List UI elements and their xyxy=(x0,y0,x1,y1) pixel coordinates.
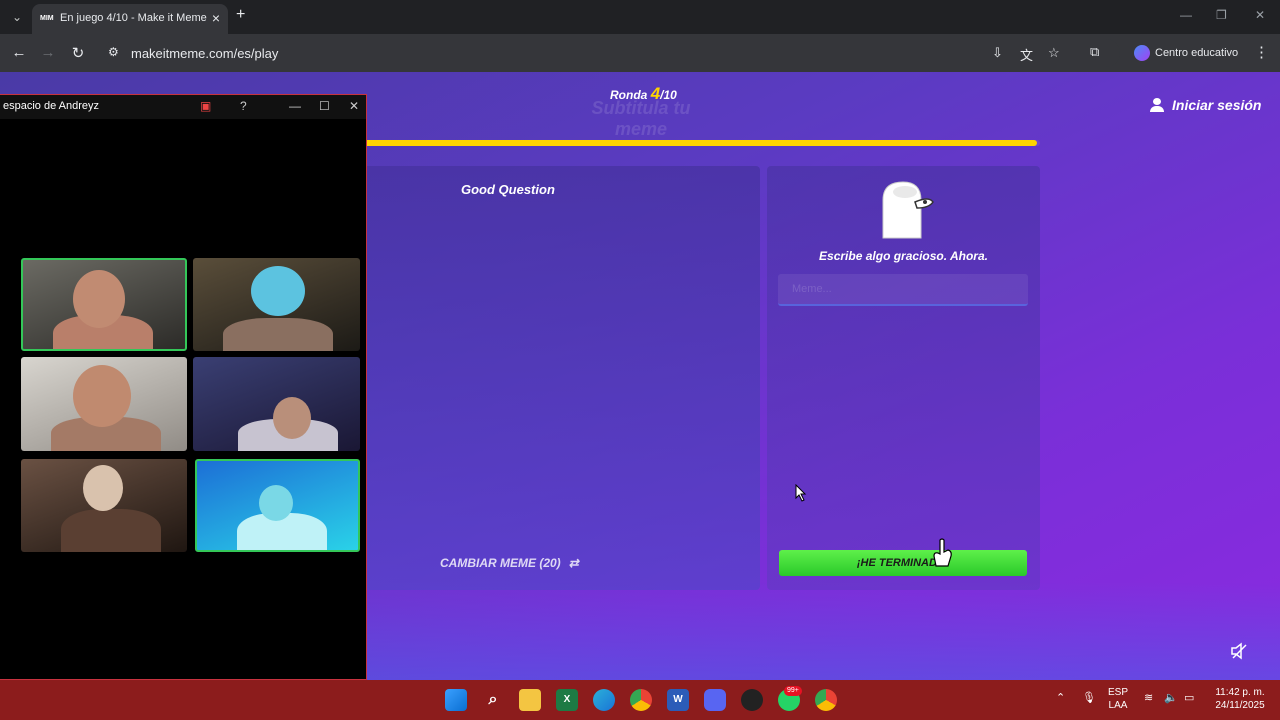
profile-label: Centro educativo xyxy=(1155,47,1239,59)
extensions-icon[interactable]: ⧉ xyxy=(1090,44,1099,60)
minimize-icon[interactable]: — xyxy=(1180,8,1192,22)
participant-face xyxy=(273,397,311,439)
caption-input[interactable] xyxy=(778,274,1028,306)
participant-body xyxy=(61,509,161,552)
chrome-profile-icon[interactable] xyxy=(815,689,837,711)
call-maximize-icon[interactable]: ☐ xyxy=(319,99,330,113)
participant-video[interactable] xyxy=(193,357,360,451)
layout-code: LAA xyxy=(1108,700,1128,711)
address-bar[interactable]: ⚙ makeitmeme.com/es/play ⇩ 文 ☆ xyxy=(104,39,1120,67)
volume-icon[interactable]: 🔈 xyxy=(1164,692,1178,705)
tab-search-icon[interactable]: ⌄ xyxy=(8,8,26,26)
done-button[interactable]: ¡HE TERMINADO! xyxy=(779,550,1027,576)
profile-avatar xyxy=(1134,45,1150,61)
install-icon[interactable]: ⇩ xyxy=(992,45,1003,61)
video-call-window: espacio de Andreyz ▣ ? — ☐ ✕ xyxy=(0,94,367,680)
swap-icon: ⇄ xyxy=(568,556,579,570)
mouse-pointer-icon xyxy=(795,484,807,502)
sound-toggle-icon[interactable] xyxy=(1230,642,1248,660)
user-icon xyxy=(1150,98,1164,112)
close-tab-icon[interactable]: × xyxy=(212,10,220,26)
help-icon[interactable]: ? xyxy=(240,99,247,113)
participant-video[interactable] xyxy=(195,459,360,552)
app-icon[interactable] xyxy=(741,689,763,711)
participant-face xyxy=(251,266,305,316)
login-label: Iniciar sesión xyxy=(1172,97,1262,113)
edge-icon[interactable] xyxy=(593,689,615,711)
clock[interactable]: 11:42 p. m. 24/11/2025 xyxy=(1208,686,1272,712)
wifi-icon[interactable]: ≋ xyxy=(1144,692,1153,705)
reload-icon[interactable]: ↻ xyxy=(69,44,87,62)
word-icon[interactable]: W xyxy=(667,689,689,711)
participant-video[interactable] xyxy=(21,258,187,351)
browser-tab-bar: ⌄ MIM En juego 4/10 - Make it Meme × + —… xyxy=(0,0,1280,34)
call-close-icon[interactable]: ✕ xyxy=(349,99,359,113)
windows-taskbar: ⌕ X W 99+ ⌃ 🎙 ESP LAA ≋ 🔈 ▭ 11:42 p. m. … xyxy=(0,680,1280,720)
screen: ⌄ MIM En juego 4/10 - Make it Meme × + —… xyxy=(0,0,1280,720)
close-window-icon[interactable]: ✕ xyxy=(1255,8,1265,22)
screen-share-icon[interactable]: ▣ xyxy=(200,99,211,113)
maximize-icon[interactable]: ❐ xyxy=(1216,8,1227,22)
active-tab[interactable]: MIM En juego 4/10 - Make it Meme × xyxy=(32,4,228,34)
menu-icon[interactable]: ⋮ xyxy=(1254,43,1269,61)
clock-time: 11:42 p. m. xyxy=(1215,687,1265,698)
language-code: ESP xyxy=(1108,687,1129,698)
profile-button[interactable]: Centro educativo xyxy=(1134,42,1238,64)
battery-icon[interactable]: ▭ xyxy=(1184,692,1194,705)
new-tab-icon[interactable]: + xyxy=(236,6,245,24)
excel-icon[interactable]: X xyxy=(556,689,578,711)
back-icon[interactable]: ← xyxy=(10,44,28,61)
participant-face xyxy=(259,485,293,521)
participant-face xyxy=(73,270,125,328)
bookmark-star-icon[interactable]: ☆ xyxy=(1048,45,1060,61)
clock-date: 24/11/2025 xyxy=(1215,700,1265,711)
participant-video[interactable] xyxy=(193,258,360,351)
mascot-icon xyxy=(882,181,934,239)
participant-body xyxy=(223,318,333,351)
page-subtitle: Subtitula tu meme xyxy=(591,98,691,139)
participant-video[interactable] xyxy=(21,459,187,552)
chrome-icon[interactable] xyxy=(630,689,652,711)
participant-face xyxy=(73,365,131,427)
microphone-icon[interactable]: 🎙 xyxy=(1082,692,1096,705)
login-button[interactable]: Iniciar sesión xyxy=(1150,97,1261,113)
hand-cursor-icon xyxy=(933,538,952,567)
notification-badge: 99+ xyxy=(784,686,802,696)
call-title-bar: espacio de Andreyz ▣ ? — ☐ ✕ xyxy=(0,95,366,119)
participant-video[interactable] xyxy=(21,357,187,451)
change-meme-label: CAMBIAR MEME (20) xyxy=(440,556,561,570)
file-explorer-icon[interactable] xyxy=(519,689,541,711)
favicon: MIM xyxy=(40,15,54,22)
meme-title: Good Question xyxy=(461,182,555,197)
participant-face xyxy=(83,465,123,511)
tab-title: En juego 4/10 - Make it Meme xyxy=(60,12,207,24)
caption-prompt: Escribe algo gracioso. Ahora. xyxy=(819,249,988,263)
browser-toolbar: ← → ↻ ⚙ makeitmeme.com/es/play ⇩ 文 ☆ ⧉ C… xyxy=(0,34,1280,72)
search-icon[interactable]: ⌕ xyxy=(482,689,504,711)
site-info-icon[interactable]: ⚙ xyxy=(108,45,119,59)
language-indicator[interactable]: ESP LAA xyxy=(1108,686,1128,712)
forward-icon[interactable]: → xyxy=(39,44,57,61)
change-meme-button[interactable]: CAMBIAR MEME (20) ⇄ xyxy=(440,556,579,570)
call-title: espacio de Andreyz xyxy=(3,100,100,112)
tray-chevron-icon[interactable]: ⌃ xyxy=(1056,692,1065,705)
url-text[interactable]: makeitmeme.com/es/play xyxy=(131,46,278,61)
start-menu-icon[interactable] xyxy=(445,689,467,711)
caption-panel: Escribe algo gracioso. Ahora. ¡HE TERMIN… xyxy=(767,166,1040,590)
discord-icon[interactable] xyxy=(704,689,726,711)
translate-icon[interactable]: 文 xyxy=(1020,45,1033,64)
call-minimize-icon[interactable]: — xyxy=(289,99,301,113)
